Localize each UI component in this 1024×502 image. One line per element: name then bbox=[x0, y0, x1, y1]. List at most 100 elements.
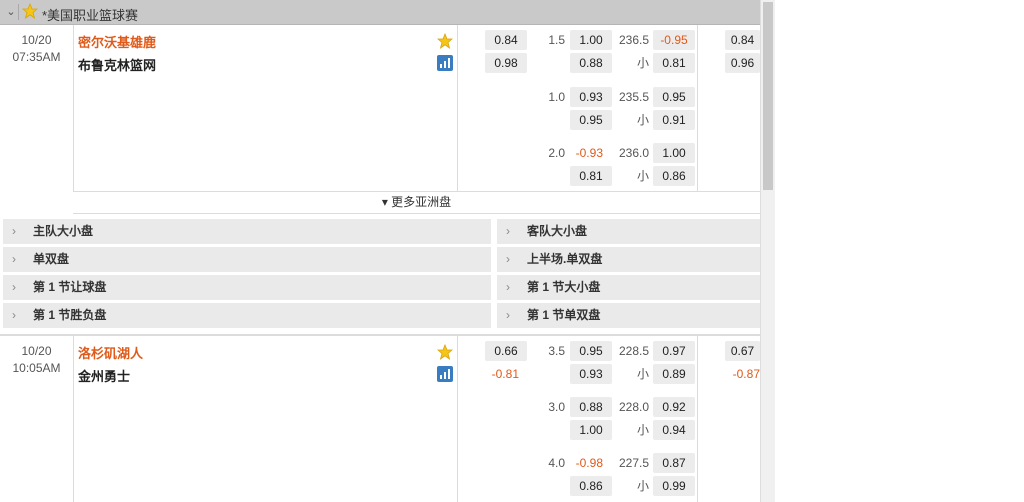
odds-cell[interactable]: 0.98 bbox=[485, 53, 527, 73]
favorite-star-icon[interactable] bbox=[437, 344, 453, 360]
odds-cell[interactable]: 0.88 bbox=[570, 53, 612, 73]
odds-value[interactable]: -0.93 bbox=[567, 143, 603, 163]
stats-chart-icon[interactable] bbox=[437, 55, 453, 71]
chevron-right-icon: › bbox=[12, 252, 16, 266]
favorite-star-icon[interactable] bbox=[437, 33, 453, 49]
odds-cell[interactable]: 0.67 bbox=[725, 341, 760, 361]
match-datetime: 10/20 10:05AM bbox=[0, 336, 73, 375]
odds-cell[interactable]: 0.89 bbox=[653, 364, 695, 384]
market-first-half-odd-even[interactable]: › 上半场.单双盘 bbox=[497, 247, 760, 272]
odds-cell[interactable]: 0.86 bbox=[570, 476, 612, 496]
handicap-value: 1.5 bbox=[548, 33, 565, 47]
star-icon[interactable] bbox=[22, 3, 38, 19]
odds-cell[interactable]: 0.99 bbox=[653, 476, 695, 496]
odds-cell[interactable]: 0.81 bbox=[570, 166, 612, 186]
chevron-down-icon[interactable]: ⌄ bbox=[4, 4, 19, 20]
odds-cell[interactable]: 0.94 bbox=[653, 420, 695, 440]
odds-cell[interactable]: 0.87 bbox=[653, 453, 695, 473]
market-label: 第 1 节让球盘 bbox=[33, 280, 107, 294]
odds-cell[interactable]: 0.81 bbox=[653, 53, 695, 73]
home-team[interactable]: 密尔沃基雄鹿 bbox=[78, 32, 156, 51]
handicap-value: 3.5 bbox=[548, 344, 565, 358]
odds-cell[interactable]: 0.84 bbox=[485, 30, 527, 50]
odds-cell[interactable]: 0.93 bbox=[570, 364, 612, 384]
chevron-right-icon: › bbox=[506, 252, 510, 266]
market-label: 第 1 节大小盘 bbox=[527, 280, 601, 294]
odds-cell[interactable]: 0.91 bbox=[653, 110, 695, 130]
market-away-total[interactable]: › 客队大小盘 bbox=[497, 219, 760, 244]
odds-cell[interactable]: 1.00 bbox=[570, 420, 612, 440]
odds-cell[interactable]: 0.93 bbox=[570, 87, 612, 107]
total-value: 227.5 bbox=[618, 456, 649, 470]
odds-cell[interactable]: 0.95 bbox=[570, 341, 612, 361]
scrollbar[interactable] bbox=[760, 0, 775, 502]
market-label: 主队大小盘 bbox=[33, 224, 94, 238]
handicap-value: 4.0 bbox=[548, 456, 565, 470]
chevron-right-icon: › bbox=[12, 280, 16, 294]
odds-cell[interactable]: 1.00 bbox=[653, 143, 695, 163]
market-label: 单双盘 bbox=[33, 252, 70, 266]
divider bbox=[457, 25, 458, 191]
total-value: 235.5 bbox=[618, 90, 649, 104]
market-label: 客队大小盘 bbox=[527, 224, 588, 238]
chevron-right-icon: › bbox=[12, 224, 16, 238]
odds-cell[interactable]: 0.95 bbox=[653, 87, 695, 107]
match-date: 10/20 bbox=[21, 33, 52, 47]
under-label: 小 bbox=[636, 113, 649, 127]
total-value: 236.5 bbox=[618, 33, 649, 47]
under-label: 小 bbox=[636, 367, 649, 381]
market-q1-odd-even[interactable]: › 第 1 节单双盘 bbox=[497, 303, 760, 328]
under-label: 小 bbox=[636, 479, 649, 493]
divider bbox=[697, 336, 698, 502]
league-name: *美国职业篮球赛 bbox=[42, 8, 139, 23]
match-time: 10:05AM bbox=[12, 361, 61, 375]
total-value: 228.5 bbox=[618, 344, 649, 358]
odds-cell[interactable]: 1.00 bbox=[570, 30, 612, 50]
chevron-right-icon: › bbox=[506, 224, 510, 238]
under-label: 小 bbox=[636, 169, 649, 183]
odds-cell[interactable]: 0.88 bbox=[570, 397, 612, 417]
odds-value[interactable]: -0.98 bbox=[567, 453, 603, 473]
total-value: 228.0 bbox=[618, 400, 649, 414]
match-time: 07:35AM bbox=[12, 50, 61, 64]
stats-chart-icon[interactable] bbox=[437, 366, 453, 382]
handicap-value: 3.0 bbox=[548, 400, 565, 414]
away-team[interactable]: 布鲁克林篮网 bbox=[78, 55, 156, 74]
divider bbox=[697, 25, 698, 191]
under-label: 小 bbox=[636, 423, 649, 437]
market-label: 第 1 节胜负盘 bbox=[33, 308, 107, 322]
total-value: 236.0 bbox=[618, 146, 649, 160]
market-home-total[interactable]: › 主队大小盘 bbox=[3, 219, 491, 244]
match-datetime: 10/20 07:35AM bbox=[0, 25, 73, 64]
league-header[interactable]: ⌄ *美国职业篮球赛 bbox=[0, 0, 760, 25]
odds-cell[interactable]: -0.95 bbox=[653, 30, 695, 50]
under-label: 小 bbox=[636, 56, 649, 70]
market-label: 上半场.单双盘 bbox=[527, 252, 603, 266]
market-q1-moneyline[interactable]: › 第 1 节胜负盘 bbox=[3, 303, 491, 328]
odds-cell[interactable]: 0.84 bbox=[725, 30, 760, 50]
chevron-right-icon: › bbox=[506, 308, 510, 322]
more-asian-handicap-link[interactable]: ▾ 更多亚洲盘 bbox=[73, 191, 760, 214]
chevron-right-icon: › bbox=[506, 280, 510, 294]
market-q1-total[interactable]: › 第 1 节大小盘 bbox=[497, 275, 760, 300]
odds-cell[interactable]: 0.92 bbox=[653, 397, 695, 417]
odds-cell[interactable]: 0.66 bbox=[485, 341, 527, 361]
home-team[interactable]: 洛杉矶湖人 bbox=[78, 343, 143, 362]
odds-value[interactable]: -0.87 bbox=[725, 364, 760, 384]
handicap-value: 2.0 bbox=[548, 146, 565, 160]
chevron-right-icon: › bbox=[12, 308, 16, 322]
odds-value[interactable]: -0.81 bbox=[483, 364, 519, 384]
match-row: 10/20 07:35AM 密尔沃基雄鹿 布鲁克林篮网 0.84 0.98 1.… bbox=[0, 25, 760, 191]
odds-cell[interactable]: 0.95 bbox=[570, 110, 612, 130]
divider bbox=[457, 336, 458, 502]
market-q1-handicap[interactable]: › 第 1 节让球盘 bbox=[3, 275, 491, 300]
scrollbar-thumb[interactable] bbox=[763, 2, 773, 190]
divider bbox=[73, 336, 74, 502]
away-team[interactable]: 金州勇士 bbox=[78, 366, 130, 385]
odds-cell[interactable]: 0.97 bbox=[653, 341, 695, 361]
divider bbox=[73, 25, 74, 191]
market-odd-even[interactable]: › 单双盘 bbox=[3, 247, 491, 272]
odds-cell[interactable]: 0.86 bbox=[653, 166, 695, 186]
match-row: 10/20 10:05AM 洛杉矶湖人 金州勇士 0.66 -0.81 3.5 … bbox=[0, 336, 760, 502]
odds-cell[interactable]: 0.96 bbox=[725, 53, 760, 73]
